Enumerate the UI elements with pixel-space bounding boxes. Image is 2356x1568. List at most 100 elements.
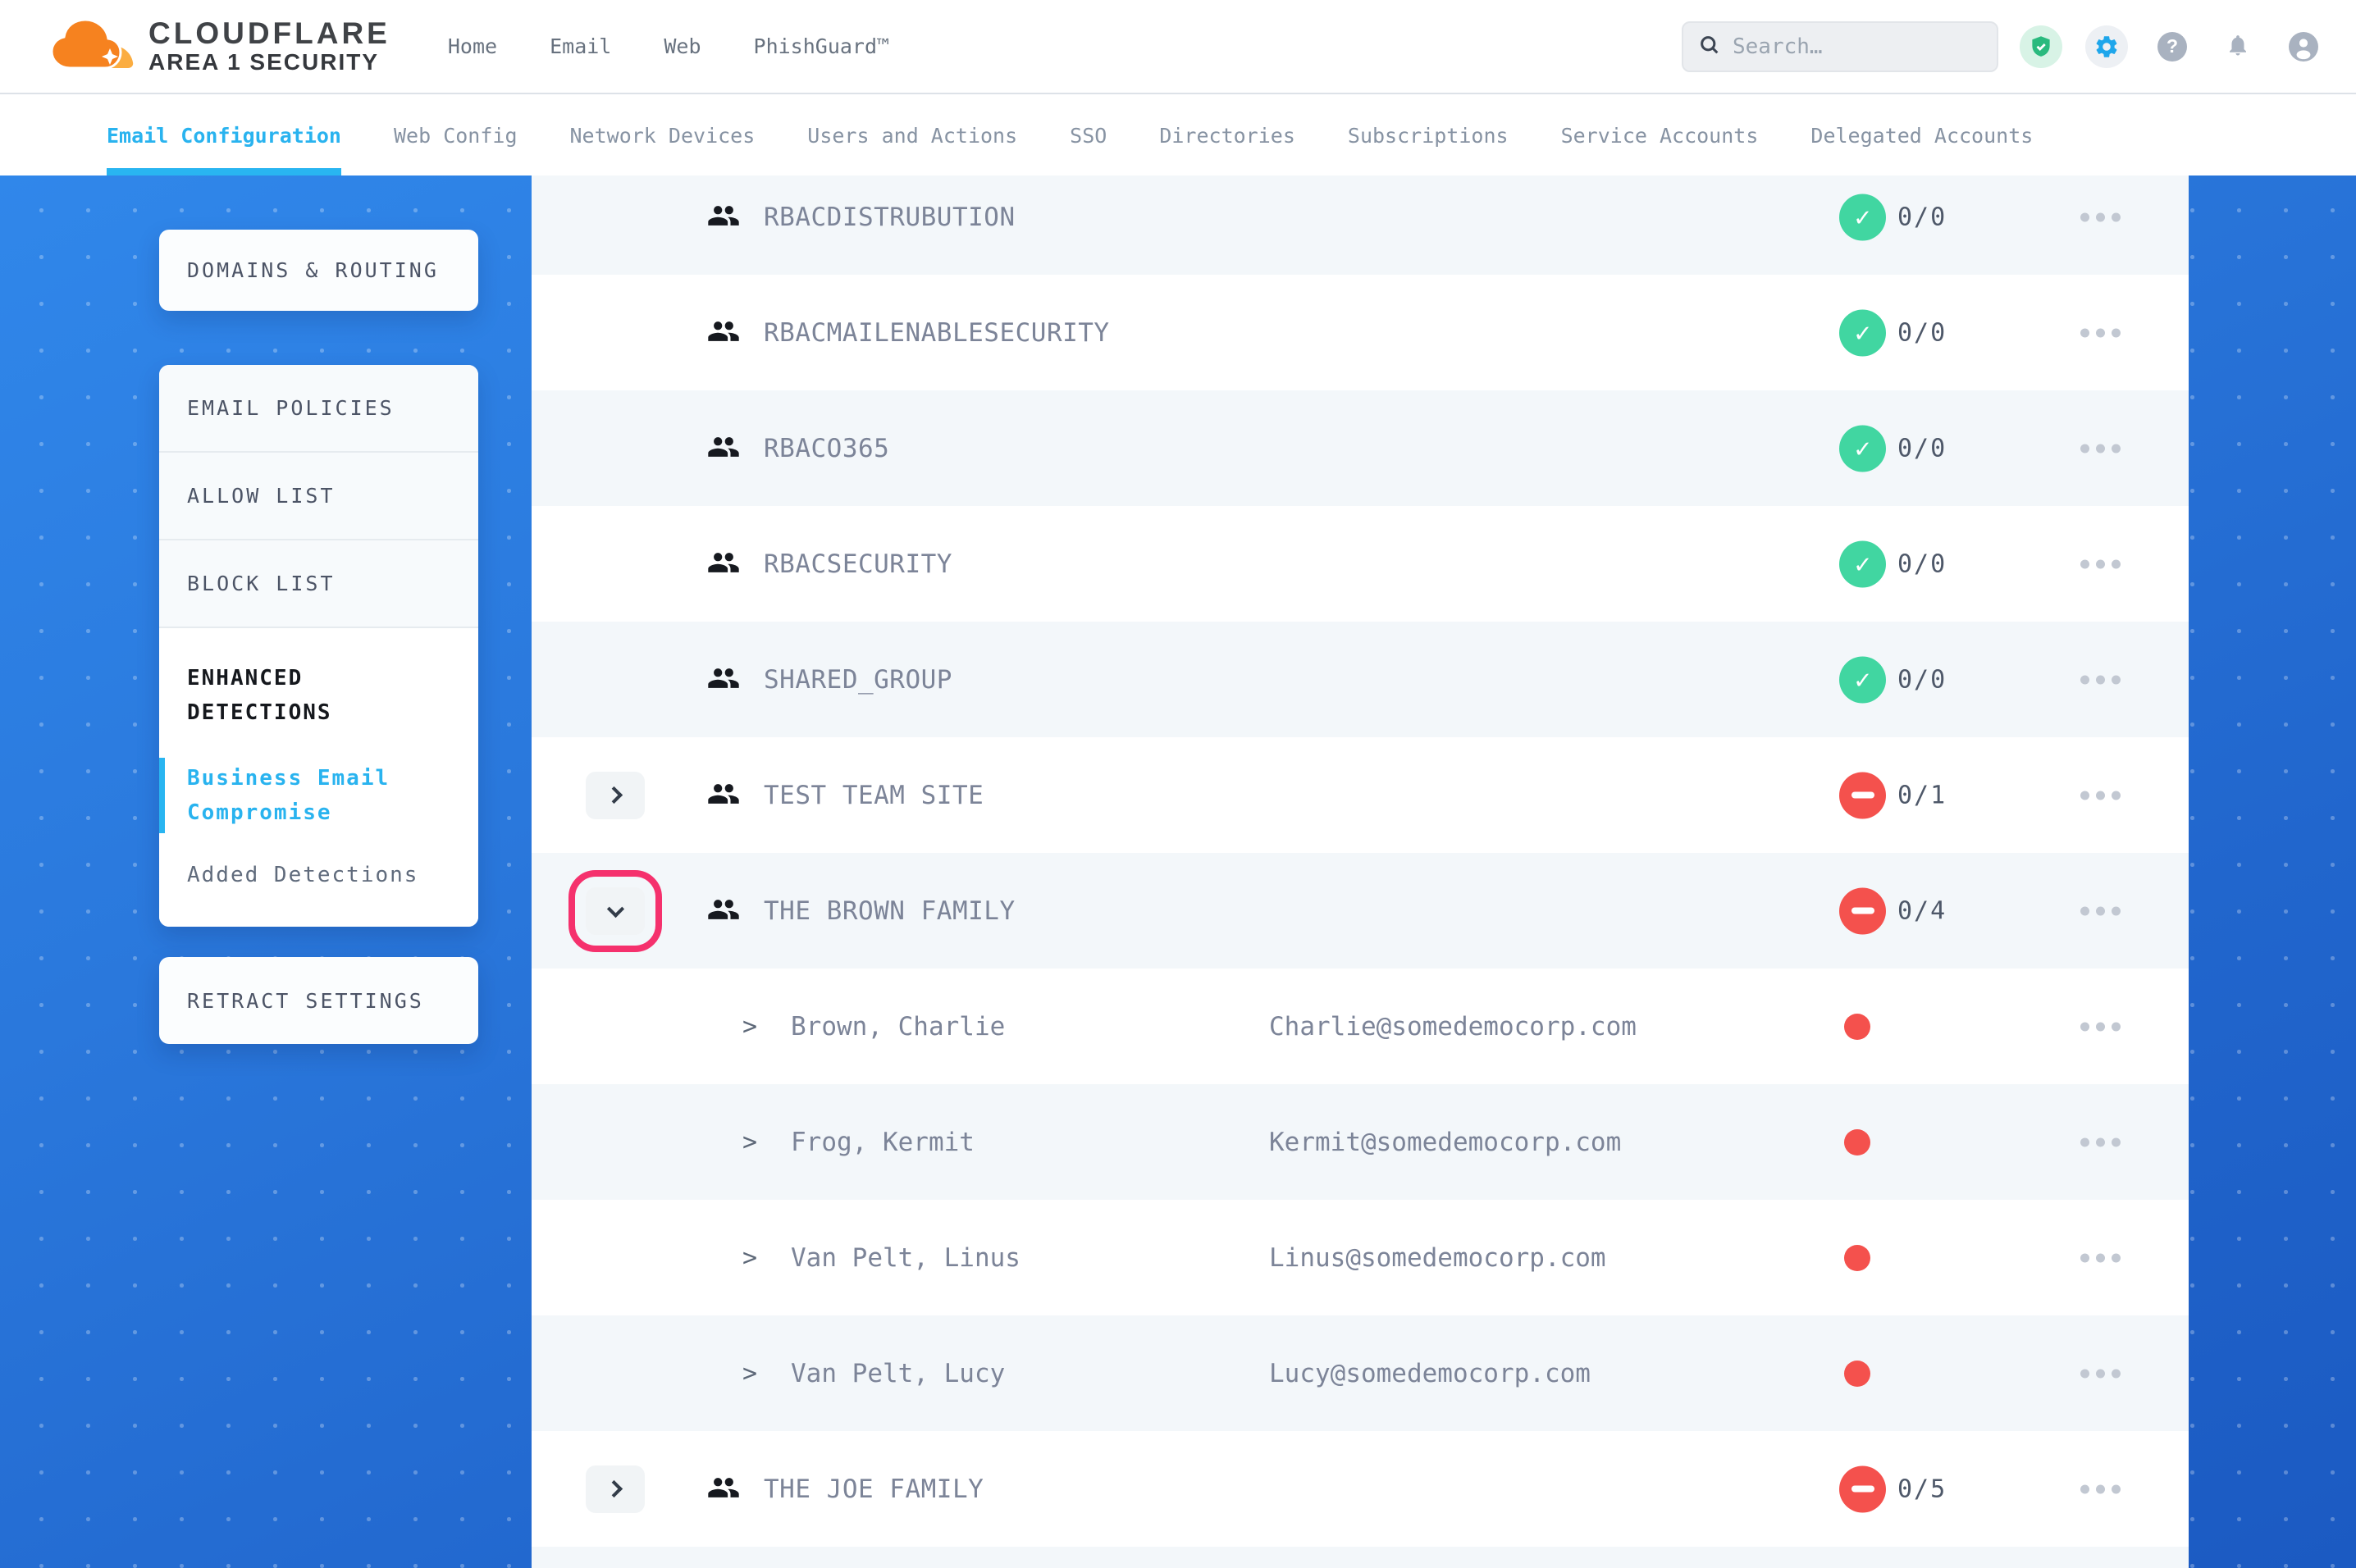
row-actions-menu-button[interactable]: [2077, 551, 2124, 577]
row-actions-menu-button[interactable]: [2077, 320, 2124, 345]
account-button[interactable]: [2281, 24, 2326, 70]
row-actions-menu-button[interactable]: [2077, 435, 2124, 461]
group-row: RBACDISTRUBUTION 0/0: [532, 175, 2189, 275]
member-chevron-icon[interactable]: >: [742, 1359, 757, 1388]
expand-button[interactable]: [586, 772, 645, 819]
member-email: Lucy@somedemocorp.com: [1269, 1359, 1591, 1388]
tab-web-config[interactable]: Web Config: [394, 96, 518, 175]
status-badge: [1839, 425, 1886, 472]
sidebar-item-retract-settings[interactable]: RETRACT SETTINGS: [159, 957, 478, 1044]
group-name: SHARED_GROUP: [764, 665, 952, 695]
sidebar-policies-card: EMAIL POLICIES ALLOW LIST BLOCK LIST ENH…: [159, 365, 478, 927]
row-actions-menu-button[interactable]: [2077, 1361, 2124, 1386]
tab-network-devices[interactable]: Network Devices: [570, 96, 756, 175]
group-row: RBACO365 0/0: [532, 390, 2189, 506]
sidebar-item-business-email-compromise[interactable]: Business Email Compromise: [187, 761, 450, 830]
group-count: 0/5: [1897, 1475, 1947, 1503]
nav-home[interactable]: Home: [448, 34, 497, 58]
group-count: 0/0: [1897, 434, 1947, 463]
row-actions-menu-button[interactable]: [2077, 204, 2124, 230]
member-row: > Frog, Kermit Kermit@somedemocorp.com: [532, 1084, 2189, 1200]
member-chevron-icon[interactable]: >: [742, 1012, 757, 1041]
bell-icon: [2226, 33, 2250, 61]
member-name: Frog, Kermit: [791, 1128, 975, 1157]
cloudflare-brand[interactable]: CLOUDFLARE AREA 1 SECURITY: [45, 16, 390, 78]
status-badge: [1839, 1465, 1886, 1512]
tab-subscriptions[interactable]: Subscriptions: [1348, 96, 1509, 175]
member-name: Van Pelt, Linus: [791, 1243, 1020, 1273]
sidebar-item-domains-routing[interactable]: DOMAINS & ROUTING: [159, 230, 478, 311]
enhanced-detections-heading: ENHANCED DETECTIONS: [187, 661, 450, 730]
group-people-icon: [706, 1474, 741, 1505]
sidebar-item-allow-list[interactable]: ALLOW LIST: [159, 453, 478, 540]
page: CLOUDFLARE AREA 1 SECURITY Home Email We…: [0, 0, 2356, 1568]
member-email: Kermit@somedemocorp.com: [1269, 1128, 1621, 1157]
row-actions-menu-button[interactable]: [2077, 1014, 2124, 1039]
chevron-icon: [605, 1480, 622, 1497]
group-count: 0/1: [1897, 781, 1947, 809]
group-row: RBACMAILENABLESECURITY 0/0: [532, 275, 2189, 390]
group-people-icon: [706, 433, 741, 464]
member-status-dot: [1844, 1129, 1870, 1155]
primary-nav: Home Email Web PhishGuard™: [448, 34, 889, 58]
group-people-icon: [706, 317, 741, 349]
cloudflare-logo-icon: [45, 16, 137, 78]
security-shield-button[interactable]: [2018, 24, 2064, 70]
nav-phishguard[interactable]: PhishGuard™: [754, 34, 890, 58]
section-tabs: Email Configuration Web Config Network D…: [0, 96, 2356, 175]
member-name: Brown, Charlie: [791, 1012, 1005, 1042]
group-people-icon: [706, 780, 741, 811]
row-actions-menu-button[interactable]: [2077, 898, 2124, 923]
top-header: CLOUDFLARE AREA 1 SECURITY Home Email We…: [0, 0, 2356, 94]
expand-button[interactable]: [586, 1465, 645, 1513]
group-row: TEST TEAM SITE 0/1: [532, 737, 2189, 853]
member-row: > Van Pelt, Linus Linus@somedemocorp.com: [532, 1200, 2189, 1315]
settings-button[interactable]: [2084, 24, 2130, 70]
brand-subname: AREA 1 SECURITY: [148, 50, 390, 75]
nav-email[interactable]: Email: [550, 34, 611, 58]
group-list: RBACDISTRUBUTION 0/0 RBACMAILENABLESECUR…: [532, 175, 2189, 1568]
member-chevron-icon[interactable]: >: [742, 1243, 757, 1272]
status-badge: [1839, 656, 1886, 703]
row-actions-menu-button[interactable]: [2077, 1245, 2124, 1270]
row-actions-menu-button[interactable]: [2077, 667, 2124, 692]
sidebar-item-block-list[interactable]: BLOCK LIST: [159, 540, 478, 628]
group-people-icon: [706, 664, 741, 695]
group-name: RBACO365: [764, 434, 889, 463]
member-status-dot: [1844, 1014, 1870, 1040]
member-email: Linus@somedemocorp.com: [1269, 1243, 1606, 1273]
question-mark-icon: ?: [2157, 32, 2187, 62]
header-controls: ?: [1682, 21, 2326, 72]
tab-service-accounts[interactable]: Service Accounts: [1561, 96, 1759, 175]
search-icon: [1698, 34, 1721, 60]
member-email: Charlie@somedemocorp.com: [1269, 1012, 1637, 1042]
member-status-dot: [1844, 1245, 1870, 1271]
tab-email-configuration[interactable]: Email Configuration: [107, 96, 341, 175]
row-actions-menu-button[interactable]: [2077, 1476, 2124, 1502]
nav-web[interactable]: Web: [664, 34, 701, 58]
search-input[interactable]: [1733, 34, 1982, 59]
help-button[interactable]: ?: [2149, 24, 2195, 70]
shield-check-icon: [2020, 25, 2062, 68]
gear-icon: [2085, 25, 2128, 68]
sidebar-item-added-detections[interactable]: Added Detections: [187, 858, 450, 892]
row-actions-menu-button[interactable]: [2077, 1129, 2124, 1155]
tab-directories[interactable]: Directories: [1159, 96, 1295, 175]
search-box[interactable]: [1682, 21, 1998, 72]
sidebar-item-email-policies[interactable]: EMAIL POLICIES: [159, 365, 478, 453]
group-name: RBACSECURITY: [764, 549, 952, 579]
notifications-button[interactable]: [2215, 24, 2261, 70]
status-badge: [1839, 309, 1886, 356]
group-count: 0/0: [1897, 203, 1947, 231]
member-chevron-icon[interactable]: >: [742, 1128, 757, 1156]
member-row: > Brown, Charlie Charlie@somedemocorp.co…: [532, 969, 2189, 1084]
status-badge: [1839, 772, 1886, 818]
tab-sso[interactable]: SSO: [1070, 96, 1107, 175]
tab-users-and-actions[interactable]: Users and Actions: [807, 96, 1017, 175]
status-badge: [1839, 194, 1886, 240]
tab-delegated-accounts[interactable]: Delegated Accounts: [1810, 96, 2033, 175]
member-status-dot: [1844, 1361, 1870, 1387]
row-actions-menu-button[interactable]: [2077, 782, 2124, 808]
expand-button[interactable]: [586, 887, 645, 935]
member-name: Van Pelt, Lucy: [791, 1359, 1005, 1388]
